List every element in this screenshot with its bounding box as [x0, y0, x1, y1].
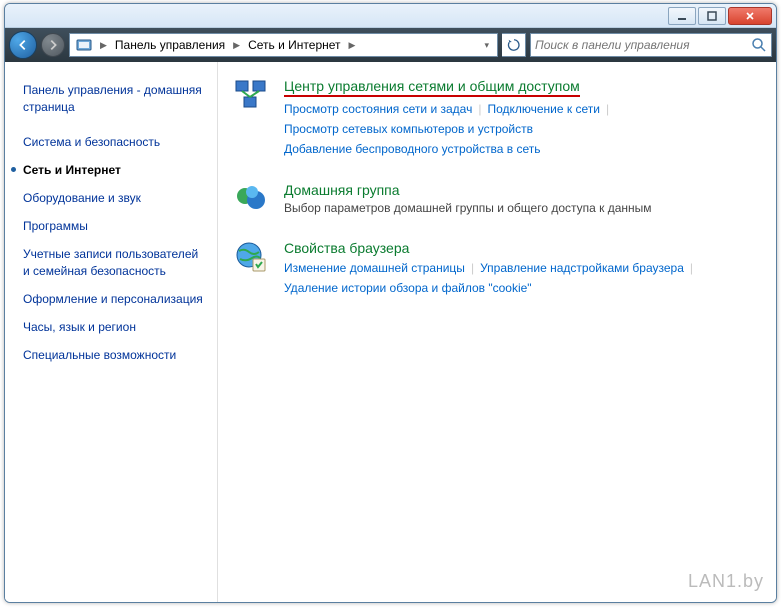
section-network-center: Центр управления сетями и общим доступом… — [234, 78, 760, 160]
watermark: LAN1.by — [688, 571, 764, 592]
search-icon[interactable] — [751, 37, 767, 53]
breadcrumb-item[interactable]: Сеть и Интернет — [244, 38, 344, 52]
section-link[interactable]: Изменение домашней страницы — [284, 261, 465, 275]
body-area: Панель управления - домашняя страница Си… — [5, 62, 776, 602]
sidebar-home-link[interactable]: Панель управления - домашняя страница — [23, 82, 205, 116]
sidebar-item[interactable]: Оборудование и звук — [23, 190, 205, 206]
titlebar — [5, 4, 776, 28]
section-link[interactable]: Управление надстройками браузера — [480, 261, 684, 275]
section-link[interactable]: Просмотр сетевых компьютеров и устройств — [284, 122, 533, 136]
breadcrumb-arrow-icon[interactable]: ▶ — [345, 40, 360, 51]
section-subtitle: Выбор параметров домашней группы и общег… — [284, 201, 760, 215]
section-link[interactable]: Удаление истории обзора и файлов "cookie… — [284, 281, 532, 295]
address-bar[interactable]: ▶ Панель управления ▶ Сеть и Интернет ▶ … — [69, 33, 498, 57]
window-frame: ▶ Панель управления ▶ Сеть и Интернет ▶ … — [4, 3, 777, 603]
network-center-icon — [234, 78, 274, 114]
sidebar-item[interactable]: Часы, язык и регион — [23, 319, 205, 335]
refresh-button[interactable] — [502, 33, 526, 57]
back-button[interactable] — [9, 31, 37, 59]
sidebar-item[interactable]: Программы — [23, 218, 205, 234]
section-link[interactable]: Добавление беспроводного устройства в се… — [284, 142, 541, 156]
minimize-button[interactable] — [668, 7, 696, 25]
address-dropdown-icon[interactable]: ▾ — [478, 40, 495, 51]
sidebar-item[interactable]: Оформление и персонализация — [23, 291, 205, 307]
maximize-button[interactable] — [698, 7, 726, 25]
section-title-link[interactable]: Центр управления сетями и общим доступом — [284, 78, 580, 97]
section-internet-options: Свойства браузера Изменение домашней стр… — [234, 240, 760, 299]
breadcrumb-arrow-icon[interactable]: ▶ — [96, 40, 111, 51]
sidebar-item[interactable]: Учетные записи пользователей и семейная … — [23, 246, 205, 278]
section-title-link[interactable]: Свойства браузера — [284, 240, 409, 256]
control-panel-icon — [76, 37, 92, 53]
breadcrumb-item[interactable]: Панель управления — [111, 38, 229, 52]
navbar: ▶ Панель управления ▶ Сеть и Интернет ▶ … — [5, 28, 776, 62]
homegroup-icon — [234, 182, 274, 218]
section-title-link[interactable]: Домашняя группа — [284, 182, 400, 198]
globe-icon — [234, 240, 274, 276]
sidebar-item[interactable]: Сеть и Интернет — [23, 162, 205, 178]
section-homegroup: Домашняя группа Выбор параметров домашне… — [234, 182, 760, 218]
sidebar-item[interactable]: Система и безопасность — [23, 134, 205, 150]
window-controls — [666, 7, 772, 25]
forward-button[interactable] — [41, 33, 65, 57]
search-input[interactable] — [535, 38, 751, 52]
section-link[interactable]: Подключение к сети — [487, 102, 599, 116]
sidebar: Панель управления - домашняя страница Си… — [5, 62, 218, 602]
sidebar-item[interactable]: Специальные возможности — [23, 347, 205, 363]
breadcrumb-arrow-icon[interactable]: ▶ — [229, 40, 244, 51]
content-pane: Центр управления сетями и общим доступом… — [218, 62, 776, 602]
search-bar[interactable] — [530, 33, 772, 57]
section-link[interactable]: Просмотр состояния сети и задач — [284, 102, 472, 116]
close-button[interactable] — [728, 7, 772, 25]
